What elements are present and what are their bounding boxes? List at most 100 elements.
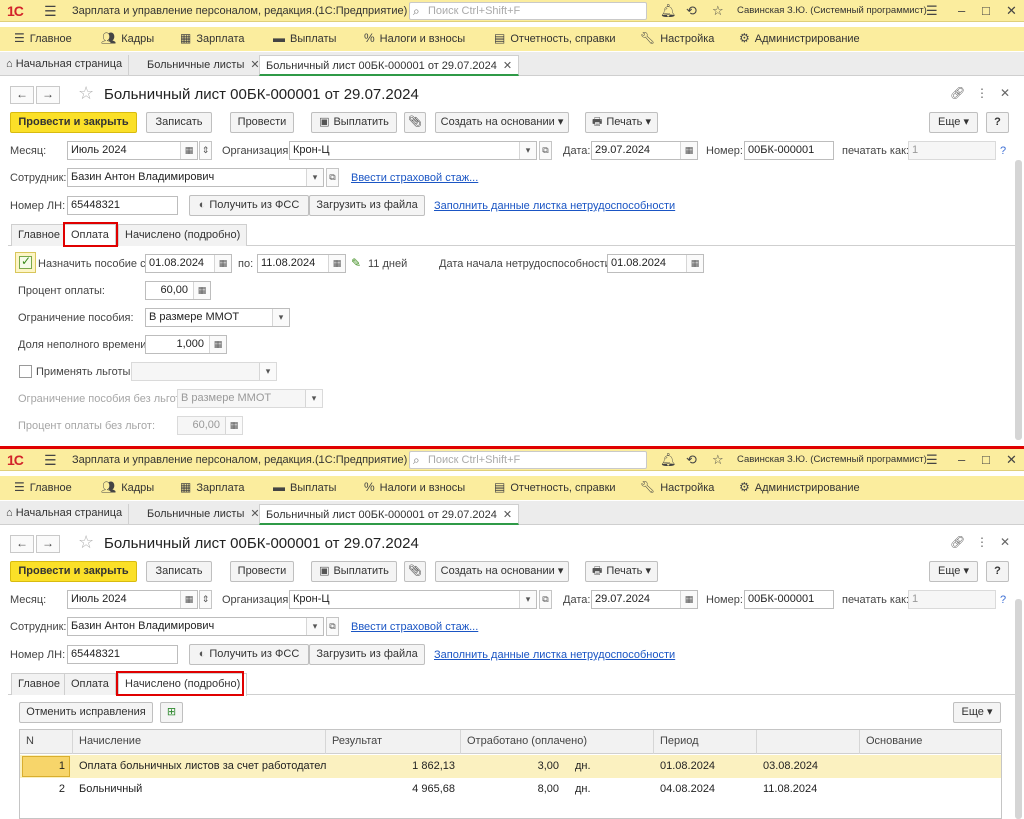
- post-button[interactable]: Провести: [230, 112, 294, 133]
- tab-home[interactable]: ⌂ Начальная страница: [0, 504, 130, 525]
- menu-payments[interactable]: ▬ Выплаты: [273, 480, 336, 494]
- open-employee-icon[interactable]: ⧉: [326, 617, 339, 636]
- attach-icon[interactable]: 📎︎: [404, 561, 426, 582]
- disability-start-field[interactable]: 01.08.2024 ▦: [607, 254, 704, 273]
- dropdown-icon[interactable]: ▾: [259, 363, 276, 380]
- cancel-corrections-button[interactable]: Отменить исправления: [19, 702, 153, 723]
- ln-number-field[interactable]: 65448321: [67, 196, 178, 215]
- org-field[interactable]: Крон-Ц ▾: [289, 590, 537, 609]
- close-window-icon[interactable]: ✕: [1006, 452, 1017, 468]
- table-row[interactable]: 2 Больничный 4 965,68 8,00 дн. 04.08.202…: [20, 778, 1001, 801]
- post-and-close-button[interactable]: Провести и закрыть: [10, 112, 137, 133]
- bell-icon[interactable]: 🔔︎: [660, 452, 677, 468]
- menu-staff[interactable]: 👥︎ Кадры: [101, 31, 154, 45]
- column-header[interactable]: Основание: [860, 730, 1001, 754]
- close-tab-icon[interactable]: ✕: [503, 509, 512, 521]
- tab-payment[interactable]: Оплата: [64, 673, 116, 695]
- tab-home[interactable]: ⌂ Начальная страница: [0, 55, 130, 76]
- insurance-experience-link[interactable]: Ввести страховой стаж...: [351, 621, 478, 633]
- limit-without-benefits-select[interactable]: В размере ММОТ ▾: [177, 389, 323, 408]
- create-based-on-button[interactable]: Создать на основании ▾: [435, 561, 569, 582]
- benefits-select[interactable]: ▾: [131, 362, 277, 381]
- more-vertical-icon[interactable]: ⋮: [976, 535, 988, 549]
- percent-without-benefits-field[interactable]: 60,00 ▦: [177, 416, 243, 435]
- menu-admin[interactable]: ⚙ Администрирование: [739, 480, 860, 494]
- print-as-field[interactable]: 1: [908, 590, 996, 609]
- close-form-icon[interactable]: ✕: [1000, 86, 1010, 100]
- month-spinner[interactable]: ⇕: [199, 590, 212, 609]
- forward-icon[interactable]: →: [36, 86, 60, 104]
- calendar-icon[interactable]: ▦: [180, 142, 197, 159]
- number-field[interactable]: 00БК-000001: [744, 141, 834, 160]
- date-field[interactable]: 29.07.2024 ▦: [591, 141, 698, 160]
- save-button[interactable]: Записать: [146, 112, 212, 133]
- create-based-on-button[interactable]: Создать на основании ▾: [435, 112, 569, 133]
- month-spinner[interactable]: ⇕: [199, 141, 212, 160]
- menu-taxes[interactable]: % Налоги и взносы: [364, 480, 465, 494]
- dropdown-icon[interactable]: ▾: [305, 390, 322, 407]
- employee-field[interactable]: Базин Антон Владимирович ▾: [67, 168, 324, 187]
- print-button[interactable]: 🖶︎ Печать ▾: [585, 561, 658, 582]
- tab-sick-leave-doc[interactable]: Больничный лист 00БК-000001 от 29.07.202…: [259, 55, 520, 76]
- column-header[interactable]: [757, 730, 860, 754]
- menu-reports[interactable]: ▤ Отчетность, справки: [494, 480, 616, 494]
- calendar-icon[interactable]: ▦: [680, 591, 697, 608]
- calendar-icon[interactable]: ▦: [328, 255, 345, 272]
- menu-staff[interactable]: 👥︎ Кадры: [101, 480, 154, 494]
- save-button[interactable]: Записать: [146, 561, 212, 582]
- main-menu-icon[interactable]: ☰: [44, 3, 57, 20]
- column-header[interactable]: Результат: [326, 730, 461, 754]
- dropdown-icon[interactable]: ▾: [272, 309, 289, 326]
- tab-main[interactable]: Главное: [11, 673, 68, 695]
- more-vertical-icon[interactable]: ⋮: [976, 86, 988, 100]
- insurance-experience-link[interactable]: Ввести страховой стаж...: [351, 172, 478, 184]
- help-button[interactable]: ?: [986, 561, 1009, 582]
- month-field[interactable]: Июль 2024 ▦: [67, 141, 198, 160]
- menu-settings[interactable]: 🔧︎ Настройка: [640, 480, 714, 494]
- menu-salary[interactable]: ▦ Зарплата: [180, 31, 245, 45]
- tab-accrued-detailed[interactable]: Начислено (подробно): [118, 224, 248, 246]
- benefit-to-field[interactable]: 11.08.2024 ▦: [257, 254, 346, 273]
- favorites-star-icon[interactable]: ☆: [712, 3, 724, 19]
- get-from-fss-button[interactable]: ◐ Получить из ФСС: [189, 644, 309, 665]
- menu-taxes[interactable]: % Налоги и взносы: [364, 31, 465, 45]
- load-from-file-button[interactable]: Загрузить из файла: [309, 644, 425, 665]
- month-field[interactable]: Июль 2024 ▦: [67, 590, 198, 609]
- more-button[interactable]: Еще ▾: [953, 702, 1001, 723]
- fill-sick-leave-data-link[interactable]: Заполнить данные листка нетрудоспособнос…: [434, 649, 675, 661]
- settings-menu-icon[interactable]: ☰: [926, 3, 938, 19]
- open-employee-icon[interactable]: ⧉: [326, 168, 339, 187]
- close-tab-icon[interactable]: ✕: [503, 60, 512, 72]
- help-button[interactable]: ?: [986, 112, 1009, 133]
- table-row[interactable]: 1 Оплата больничных листов за счет работ…: [20, 755, 1001, 778]
- more-button[interactable]: Еще ▾: [929, 112, 978, 133]
- print-as-help-icon[interactable]: ?: [1000, 594, 1006, 606]
- number-field[interactable]: 00БК-000001: [744, 590, 834, 609]
- pay-button[interactable]: ▣ Выплатить: [311, 112, 397, 133]
- dropdown-icon[interactable]: ▾: [306, 618, 323, 635]
- dropdown-icon[interactable]: ▾: [306, 169, 323, 186]
- vertical-scrollbar[interactable]: [1015, 160, 1022, 440]
- pay-button[interactable]: ▣ Выплатить: [311, 561, 397, 582]
- more-button[interactable]: Еще ▾: [929, 561, 978, 582]
- column-header[interactable]: N: [20, 730, 73, 754]
- global-search-input[interactable]: ⌕ Поиск Ctrl+Shift+F: [409, 451, 647, 469]
- maximize-icon[interactable]: □: [982, 3, 990, 18]
- favorite-star-icon[interactable]: ☆: [78, 83, 94, 104]
- payment-percent-field[interactable]: 60,00 ▦: [145, 281, 211, 300]
- settings-menu-icon[interactable]: ☰: [926, 452, 938, 468]
- print-button[interactable]: 🖶︎ Печать ▾: [585, 112, 658, 133]
- link-icon[interactable]: 🔗︎: [950, 86, 965, 100]
- menu-main[interactable]: ☰ Главное: [14, 31, 72, 45]
- benefit-from-field[interactable]: 01.08.2024 ▦: [145, 254, 232, 273]
- column-header[interactable]: Период: [654, 730, 757, 754]
- calculator-icon[interactable]: ▦: [225, 417, 242, 434]
- open-org-icon[interactable]: ⧉: [539, 141, 552, 160]
- org-field[interactable]: Крон-Ц ▾: [289, 141, 537, 160]
- tab-sick-leave-doc[interactable]: Больничный лист 00БК-000001 от 29.07.202…: [259, 504, 520, 525]
- print-as-field[interactable]: 1: [908, 141, 996, 160]
- close-window-icon[interactable]: ✕: [1006, 3, 1017, 19]
- benefit-limit-select[interactable]: В размере ММОТ ▾: [145, 308, 290, 327]
- post-and-close-button[interactable]: Провести и закрыть: [10, 561, 137, 582]
- menu-admin[interactable]: ⚙ Администрирование: [739, 31, 860, 45]
